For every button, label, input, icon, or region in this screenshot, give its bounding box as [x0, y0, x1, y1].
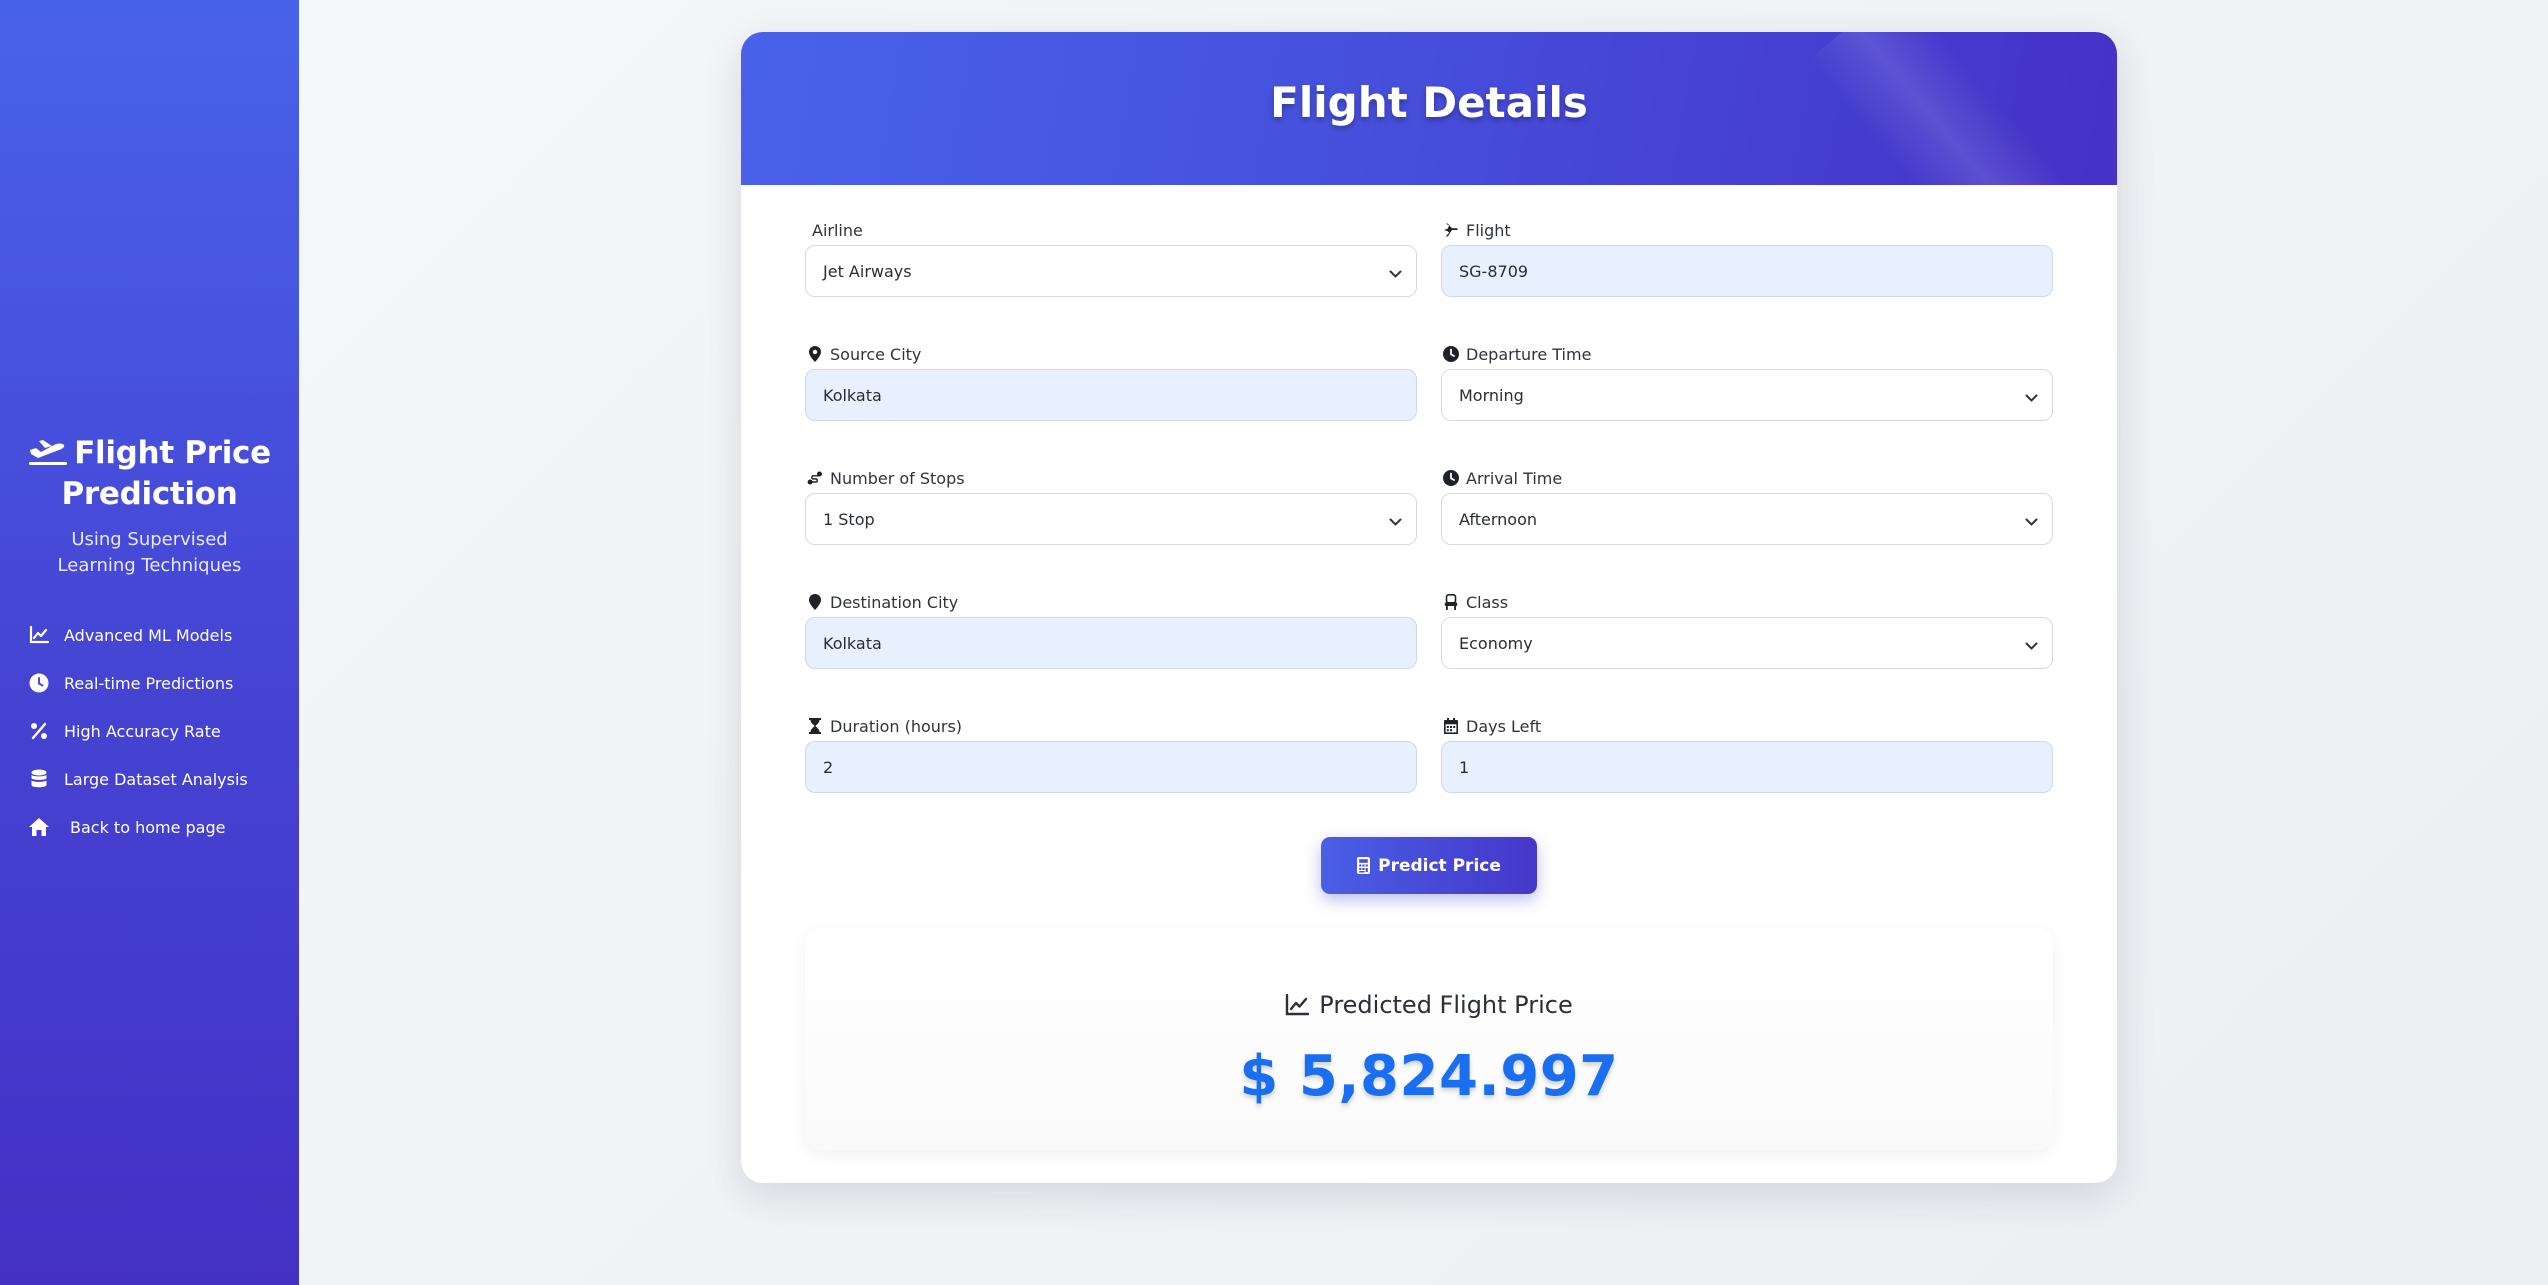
duration-label: Duration (hours) — [830, 716, 963, 736]
airline-field: Airline Jet Airways — [805, 220, 1417, 297]
percent-icon — [28, 720, 50, 742]
flight-input[interactable]: SG-8709 — [1441, 245, 2053, 297]
flight-label: Flight — [1466, 220, 1511, 240]
chevron-down-icon — [2025, 388, 2038, 407]
chevron-down-icon — [2025, 636, 2038, 655]
chart-line-icon — [28, 624, 50, 646]
hourglass-icon — [807, 718, 823, 734]
predict-price-label: Predict Price — [1378, 855, 1501, 876]
chart-line-icon — [1285, 994, 1310, 1016]
destination-city-label-row: Destination City — [805, 592, 1417, 612]
duration-label-row: Duration (hours) — [805, 716, 1417, 736]
sidebar-item-real-time-predictions[interactable]: Real-time Predictions — [28, 659, 288, 707]
result-title: Predicted Flight Price — [1319, 991, 1573, 1019]
flight-field: Flight SG-8709 — [1441, 220, 2053, 297]
stops-field: Number of Stops 1 Stop — [805, 468, 1417, 545]
route-icon — [807, 470, 823, 486]
class-label: Class — [1466, 592, 1509, 612]
duration-input[interactable]: 2 — [805, 741, 1417, 793]
destination-city-field: Destination City Kolkata — [805, 592, 1417, 669]
sidebar-item-label: High Accuracy Rate — [64, 721, 221, 741]
airline-select-value: Jet Airways — [823, 261, 912, 281]
sidebar-item-label: Back to home page — [70, 817, 226, 837]
chevron-down-icon — [1389, 264, 1402, 283]
map-pin-icon — [807, 346, 823, 362]
sidebar-item-advanced-ml-models[interactable]: Advanced ML Models — [28, 611, 288, 659]
duration-field: Duration (hours) 2 — [805, 716, 1417, 793]
departure-time-select-value: Morning — [1459, 385, 1524, 405]
sidebar-item-large-dataset-analysis[interactable]: Large Dataset Analysis — [28, 755, 288, 803]
chevron-down-icon — [2025, 512, 2038, 531]
sidebar-item-label: Large Dataset Analysis — [64, 769, 248, 789]
calculator-icon — [1357, 857, 1371, 874]
database-icon — [28, 768, 50, 790]
airline-select[interactable]: Jet Airways — [805, 245, 1417, 297]
days-left-label: Days Left — [1466, 716, 1542, 736]
predict-price-button[interactable]: Predict Price — [1321, 837, 1537, 894]
sidebar-item-label: Real-time Predictions — [64, 673, 234, 693]
home-icon — [28, 816, 50, 838]
arrival-time-label: Arrival Time — [1466, 468, 1563, 488]
class-select-value: Economy — [1459, 633, 1533, 653]
days-left-input-value: 1 — [1459, 757, 1470, 777]
predicted-price-value: $ 5,824.997 — [1239, 1044, 1619, 1109]
stops-select-value: 1 Stop — [823, 509, 875, 529]
stops-label: Number of Stops — [830, 468, 965, 488]
arrival-time-select[interactable]: Afternoon — [1441, 493, 2053, 545]
source-city-input-value: Kolkata — [823, 385, 882, 405]
sidebar-brand: Flight Price Prediction Using Supervised… — [0, 434, 299, 579]
departure-time-label-row: Departure Time — [1441, 344, 2053, 364]
clock-icon — [28, 672, 50, 694]
stops-select[interactable]: 1 Stop — [805, 493, 1417, 545]
stops-label-row: Number of Stops — [805, 468, 1417, 488]
result-title-row: Predicted Flight Price — [805, 991, 2053, 1019]
sidebar-item-label: Advanced ML Models — [64, 625, 233, 645]
duration-input-value: 2 — [823, 757, 834, 777]
airline-label: Airline — [812, 220, 863, 240]
map-pin-icon — [807, 594, 823, 610]
sidebar-item-high-accuracy-rate[interactable]: High Accuracy Rate — [28, 707, 288, 755]
source-city-label: Source City — [830, 344, 922, 364]
sidebar-item-back-to-home-page[interactable]: Back to home page — [28, 803, 288, 851]
clock-icon — [1443, 470, 1459, 486]
destination-city-input-value: Kolkata — [823, 633, 882, 653]
clock-icon — [1443, 346, 1459, 362]
destination-city-label: Destination City — [830, 592, 959, 612]
class-select[interactable]: Economy — [1441, 617, 2053, 669]
days-left-label-row: Days Left — [1441, 716, 2053, 736]
source-city-field: Source City Kolkata — [805, 344, 1417, 421]
arrival-time-select-value: Afternoon — [1459, 509, 1537, 529]
app-subtitle: Using Supervised Learning Techniques — [57, 529, 242, 576]
departure-time-field: Departure Time Morning — [1441, 344, 2053, 421]
plane-departure-icon — [28, 437, 68, 475]
class-field: Class Economy — [1441, 592, 2053, 669]
departure-time-select[interactable]: Morning — [1441, 369, 2053, 421]
card-title: Flight Details — [1270, 78, 1588, 127]
sidebar-nav: Advanced ML Models Real-time Predictions… — [28, 611, 288, 851]
chevron-down-icon — [1389, 512, 1402, 531]
source-city-label-row: Source City — [805, 344, 1417, 364]
plane-icon — [1443, 222, 1459, 238]
app-title-text: Flight Price Prediction — [61, 435, 271, 512]
calendar-icon — [1443, 718, 1459, 734]
flight-input-value: SG-8709 — [1459, 261, 1529, 281]
flight-details-card: Flight Details Airline Jet Airways Fligh… — [741, 32, 2117, 1183]
arrival-time-label-row: Arrival Time — [1441, 468, 2053, 488]
prediction-result-panel: Predicted Flight Price $ 5,824.997 — [805, 928, 2053, 1150]
class-label-row: Class — [1441, 592, 2053, 612]
days-left-input[interactable]: 1 — [1441, 741, 2053, 793]
seat-icon — [1443, 594, 1459, 610]
sidebar: Flight Price Prediction Using Supervised… — [0, 0, 299, 1285]
departure-time-label: Departure Time — [1466, 344, 1592, 364]
destination-city-input[interactable]: Kolkata — [805, 617, 1417, 669]
card-header: Flight Details — [741, 32, 2117, 185]
arrival-time-field: Arrival Time Afternoon — [1441, 468, 2053, 545]
source-city-input[interactable]: Kolkata — [805, 369, 1417, 421]
flight-label-row: Flight — [1441, 220, 2053, 240]
app-title: Flight Price Prediction — [0, 434, 299, 513]
days-left-field: Days Left 1 — [1441, 716, 2053, 793]
